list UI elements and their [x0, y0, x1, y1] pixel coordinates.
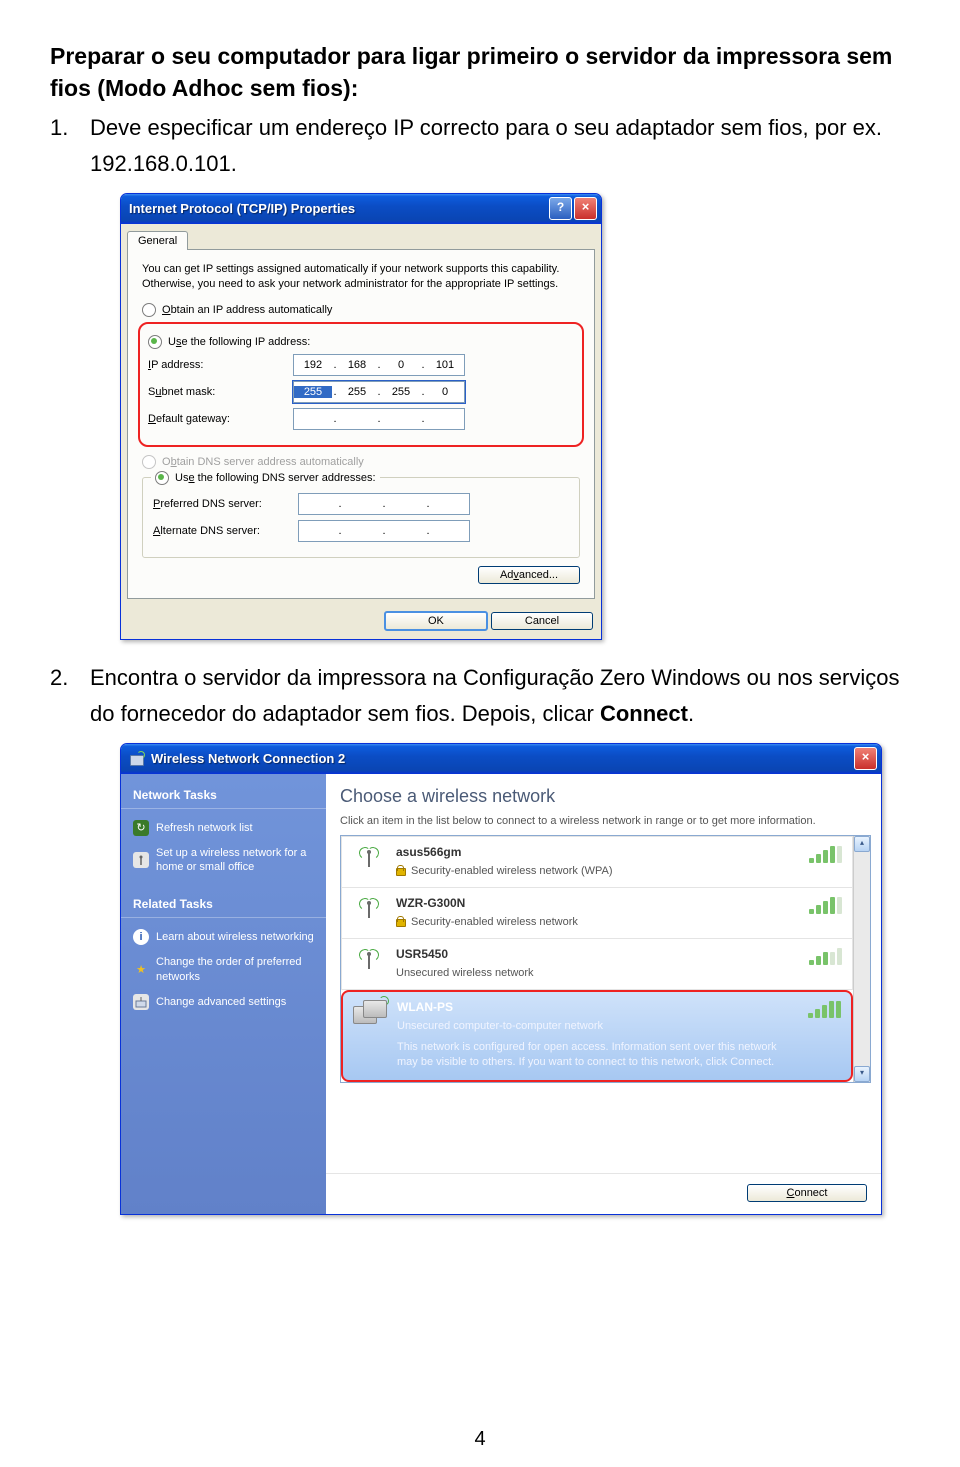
radio-obtain-auto[interactable]: Obtain an IP address automatically: [142, 303, 580, 317]
radio-icon-checked: [148, 335, 162, 349]
radio-use-ip[interactable]: Use the following IP address:: [148, 335, 574, 349]
radio-icon: [142, 303, 156, 317]
refresh-icon: ↻: [133, 820, 149, 836]
network-name: USR5450: [396, 947, 799, 961]
step-1: 1. Deve especificar um endereço IP corre…: [50, 110, 910, 180]
radio-dns-auto: Obtain DNS server address automatically: [142, 455, 580, 469]
step-2-num: 2.: [50, 660, 90, 730]
wireless-dialog: Wireless Network Connection 2 × Network …: [120, 743, 882, 1215]
info-icon: i: [133, 929, 149, 945]
antenna-icon: [356, 845, 382, 871]
dialog-title: Internet Protocol (TCP/IP) Properties: [129, 201, 549, 216]
ip-oct: 101: [426, 359, 464, 371]
star-icon: ★: [133, 962, 149, 978]
dialog-titlebar: Internet Protocol (TCP/IP) Properties ? …: [121, 194, 601, 224]
cancel-button[interactable]: Cancel: [491, 612, 593, 630]
scrollbar[interactable]: ▴ ▾: [853, 836, 870, 1082]
ip-oct: 255: [382, 386, 420, 398]
ip-oct: 0: [382, 359, 420, 371]
ip-oct: 255: [338, 386, 376, 398]
help-button[interactable]: ?: [549, 197, 572, 220]
ip-address-label: IP address:: [148, 359, 293, 371]
choose-subtext: Click an item in the list below to conne…: [326, 815, 881, 835]
step-1-text: Deve especificar um endereço IP correcto…: [90, 110, 910, 180]
wireless-main: Choose a wireless network Click an item …: [326, 774, 881, 1214]
alternate-dns-input[interactable]: . . .: [298, 520, 470, 542]
connect-button[interactable]: Connect: [747, 1184, 867, 1202]
dialog-description: You can get IP settings assigned automat…: [142, 262, 580, 292]
ip-oct: 0: [426, 386, 464, 398]
network-security: Security-enabled wireless network (WPA): [411, 865, 613, 877]
preferred-dns-label: Preferred DNS server:: [153, 498, 298, 510]
network-name: WZR-G300N: [396, 896, 799, 910]
radio-label: Use the following IP address:: [168, 336, 310, 348]
radio-label-disabled: Obtain DNS server address automatically: [162, 456, 364, 468]
subnet-label: Subnet mask:: [148, 386, 293, 398]
antenna-icon: [356, 947, 382, 973]
alternate-dns-label: Alternate DNS server:: [153, 525, 298, 537]
sidebar-header-network-tasks: Network Tasks: [121, 784, 326, 809]
network-security: Security-enabled wireless network: [411, 916, 578, 928]
network-item[interactable]: WZR-G300N Security-enabled wireless netw…: [341, 888, 853, 939]
network-security: Unsecured computer-to-computer network: [397, 1020, 603, 1032]
task-change-order[interactable]: ★ Change the order of preferred networks: [121, 950, 326, 989]
gateway-label: Default gateway:: [148, 413, 293, 425]
page-heading: Preparar o seu computador para ligar pri…: [50, 40, 910, 104]
step-2: 2. Encontra o servidor da impressora na …: [50, 660, 910, 730]
network-note: This network is configured for open acce…: [397, 1040, 798, 1070]
network-security: Unsecured wireless network: [396, 967, 534, 979]
sidebar-header-related: Related Tasks: [121, 893, 326, 918]
ip-address-input[interactable]: 192. 168. 0. 101: [293, 354, 465, 376]
wireless-sidebar: Network Tasks ↻ Refresh network list Set…: [121, 774, 326, 1214]
signal-icon: [809, 896, 842, 914]
radio-icon: [142, 455, 156, 469]
choose-heading: Choose a wireless network: [326, 774, 881, 815]
ip-settings-highlight: Use the following IP address: IP address…: [138, 322, 584, 447]
ip-properties-dialog: Internet Protocol (TCP/IP) Properties ? …: [120, 193, 602, 641]
wireless-icon: [129, 751, 145, 767]
radio-label: Obtain an IP address automatically: [162, 304, 332, 316]
lock-icon: [396, 865, 406, 876]
advanced-button[interactable]: Advanced...: [478, 566, 580, 584]
task-learn[interactable]: i Learn about wireless networking: [121, 924, 326, 950]
dns-group: Use the following DNS server addresses: …: [142, 477, 580, 558]
close-button[interactable]: ×: [854, 747, 877, 770]
network-item[interactable]: asus566gm Security-enabled wireless netw…: [341, 836, 853, 888]
antenna-icon: [133, 852, 149, 868]
wireless-title: Wireless Network Connection 2: [151, 751, 854, 766]
network-item[interactable]: USR5450 Unsecured wireless network: [341, 939, 853, 990]
subnet-input[interactable]: 255. 255. 255. 0: [293, 381, 465, 403]
network-name: WLAN-PS: [397, 1000, 798, 1014]
gateway-input[interactable]: . . .: [293, 408, 465, 430]
task-setup[interactable]: Set up a wireless network for a home or …: [121, 841, 326, 880]
ip-oct: 192: [294, 359, 332, 371]
antenna-icon: [356, 896, 382, 922]
scroll-up[interactable]: ▴: [854, 836, 870, 852]
task-change-advanced[interactable]: Change advanced settings: [121, 989, 326, 1015]
network-name: asus566gm: [396, 845, 799, 859]
task-refresh[interactable]: ↻ Refresh network list: [121, 815, 326, 841]
ip-oct: 255: [294, 386, 332, 398]
page-number: 4: [474, 1428, 485, 1451]
network-item-selected[interactable]: WLAN-PS Unsecured computer-to-computer n…: [341, 990, 853, 1082]
settings-icon: [133, 994, 149, 1010]
radio-icon-checked: [155, 471, 169, 485]
tab-general[interactable]: General: [127, 231, 188, 250]
preferred-dns-input[interactable]: . . .: [298, 493, 470, 515]
step-2-text: Encontra o servidor da impressora na Con…: [90, 660, 910, 730]
signal-icon: [809, 845, 842, 863]
signal-icon: [809, 947, 842, 965]
wireless-titlebar: Wireless Network Connection 2 ×: [121, 744, 881, 774]
ip-oct: 168: [338, 359, 376, 371]
ok-button[interactable]: OK: [384, 611, 488, 631]
lock-icon: [396, 916, 406, 927]
signal-icon: [808, 1000, 841, 1018]
close-button[interactable]: ×: [574, 197, 597, 220]
dns-use-label: Use the following DNS server addresses:: [175, 472, 376, 484]
step-1-num: 1.: [50, 110, 90, 180]
scroll-down[interactable]: ▾: [854, 1066, 870, 1082]
adhoc-icon: [353, 1000, 387, 1026]
